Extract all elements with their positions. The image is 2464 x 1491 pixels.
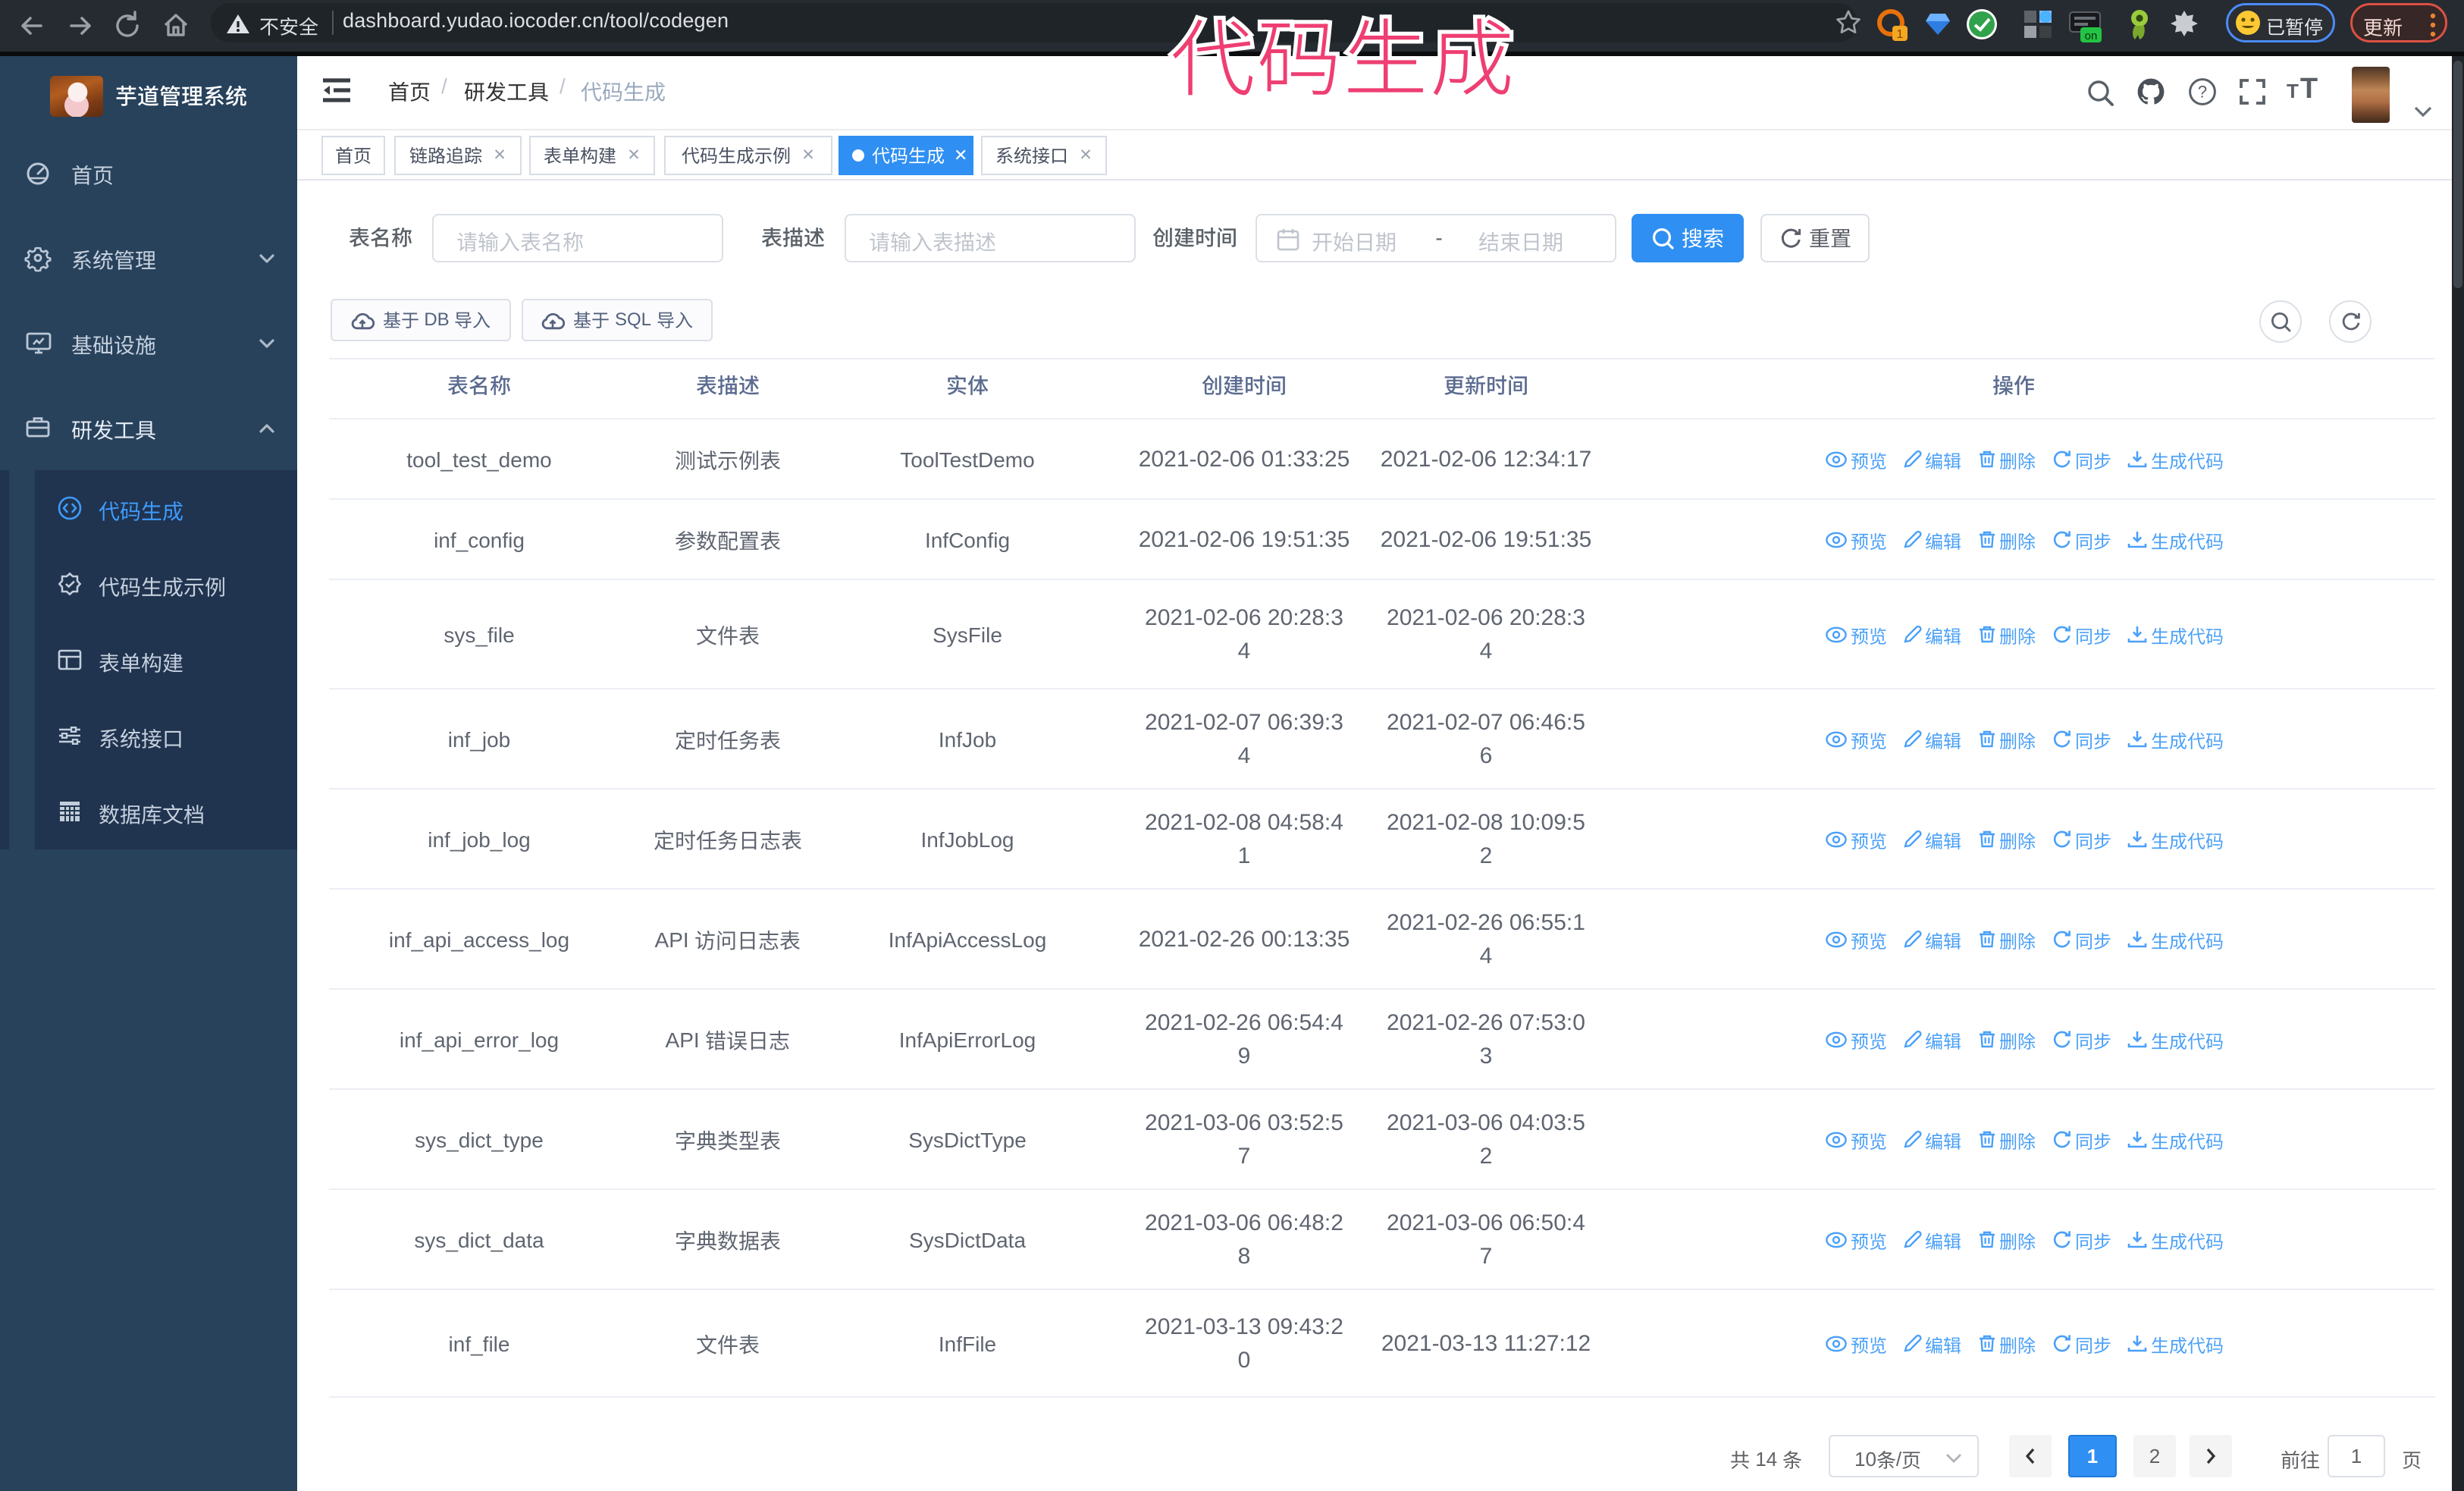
svg-text:1: 1 <box>1897 28 1904 41</box>
svg-text:?: ? <box>2198 82 2207 101</box>
svg-text:on: on <box>2085 30 2098 42</box>
